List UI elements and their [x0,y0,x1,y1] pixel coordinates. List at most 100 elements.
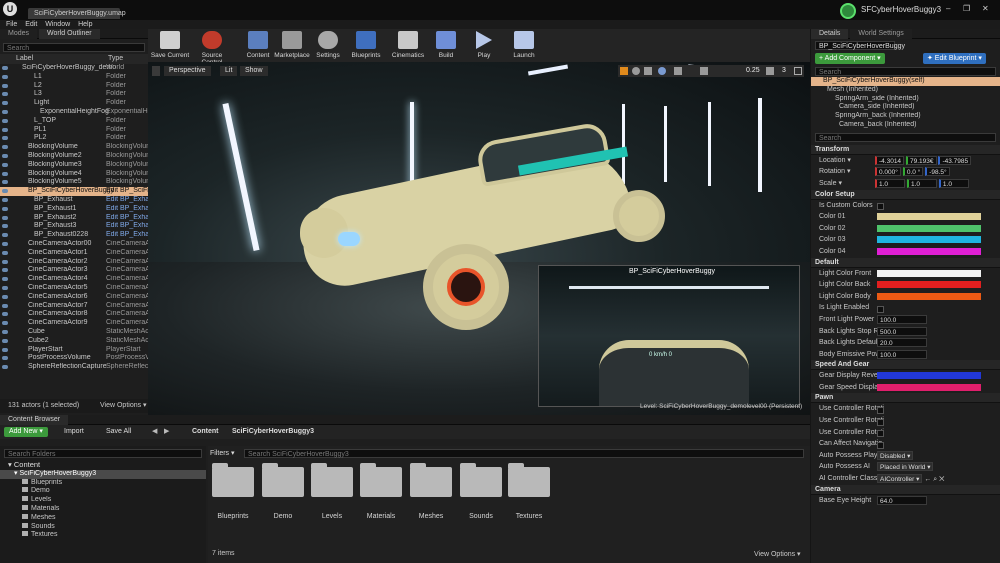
gear-display-reverse-swatch[interactable] [877,372,981,380]
visibility-eye-icon[interactable] [2,233,8,238]
outliner-row[interactable]: Light Folder [0,99,148,108]
visibility-eye-icon[interactable] [2,277,8,282]
outliner-row[interactable]: PL2 Folder [0,134,148,143]
scale-z[interactable]: 1.0 [938,178,969,188]
clear-icon[interactable]: ✕ [939,476,944,483]
outliner-row[interactable]: PostProcessVolume PostProcessV [0,354,148,363]
visibility-eye-icon[interactable] [2,127,8,132]
outliner-row[interactable]: Cube StaticMeshAc [0,328,148,337]
body-emissive-field[interactable]: 100.0 [877,349,927,359]
tab-details[interactable]: Details [811,29,849,39]
visibility-eye-icon[interactable] [2,171,8,176]
lit-button[interactable]: Lit [220,66,238,76]
level-viewport[interactable]: Perspective Lit Show 0.25 3 BP_SciFiCybe… [148,62,810,415]
folder-tile-icon[interactable] [360,463,402,497]
path-content[interactable]: Content [192,427,218,437]
details-search-input[interactable]: Search [815,132,996,142]
filters-button[interactable]: Filters ▾ [210,449,235,458]
use-selected-arrow-icon[interactable]: ← [924,476,931,483]
edit-blueprint-button[interactable]: ✦ Edit Blueprint ▾ [923,53,986,64]
path-project[interactable]: SciFiCyberHoverBuggy3 [232,427,314,437]
use-controller-rotation-2-checkbox[interactable] [877,418,884,426]
outliner-row[interactable]: L1 Folder [0,73,148,82]
outliner-row[interactable]: ExponentialHeightFog ExponentialHe [0,108,148,117]
tree-folder-item[interactable]: Meshes [0,513,206,523]
outliner-search-input[interactable]: Search [3,43,145,52]
menu-file[interactable]: File [6,20,17,29]
add-component-button[interactable]: + Add Component ▾ [815,53,885,64]
tree-selected[interactable]: ▾ SciFiCyberHoverBuggy3 [0,469,206,479]
visibility-eye-icon[interactable] [2,241,8,246]
visibility-eye-icon[interactable] [2,294,8,299]
back-arrow-icon[interactable]: ◀ [152,427,157,437]
menu-help[interactable]: Help [78,20,92,29]
outliner-row[interactable]: CineCameraActor00 CineCameraA [0,240,148,249]
section-pawn[interactable]: Pawn [811,393,1000,404]
document-tab[interactable]: SciFiCyberHoverBuggy.umap [28,8,126,19]
auto-possess-ai-select[interactable]: Placed in World ▾ [877,462,934,472]
location-y[interactable]: 79.193€ [906,155,937,165]
outliner-row[interactable]: CineCameraActor6 CineCameraA [0,293,148,302]
menu-window[interactable]: Window [45,20,70,29]
search-folders-input[interactable]: Search Folders [4,449,202,458]
light-color-back-swatch[interactable] [877,281,981,289]
back-lights-stop-field[interactable]: 500.0 [877,326,927,336]
outliner-row[interactable]: BP_Exhaust0228 Edit BP_Exha [0,231,148,240]
scale-x[interactable]: 1.0 [875,178,905,188]
visibility-eye-icon[interactable] [2,347,8,352]
camera-speed-icon[interactable] [766,67,774,75]
tab-content-browser[interactable]: Content Browser [0,415,69,425]
outliner-row[interactable]: SciFiCyberHoverBuggy_demo World [0,64,148,73]
color-01-swatch[interactable] [877,213,981,221]
light-color-front-swatch[interactable] [877,269,981,277]
column-type[interactable]: Type [108,54,123,64]
location-x[interactable]: -4.3014 [875,155,905,165]
outliner-row[interactable]: PL1 Folder [0,126,148,135]
menu-edit[interactable]: Edit [25,20,37,29]
visibility-eye-icon[interactable] [2,74,8,79]
launch-button[interactable]: Launch [504,31,544,59]
tree-folder-item[interactable]: Demo [0,487,206,496]
folder-tile-icon[interactable] [212,463,254,497]
component-item[interactable]: SpringArm_back (Inherited) [811,112,1000,121]
outliner-row[interactable]: CineCameraActor2 CineCameraA [0,258,148,267]
component-item[interactable]: SpringArm_side (Inherited) [811,95,1000,104]
visibility-eye-icon[interactable] [2,180,8,185]
column-label[interactable]: Label [16,54,33,64]
outliner-row[interactable]: L2 Folder [0,82,148,91]
forward-arrow-icon[interactable]: ▶ [164,427,169,437]
scale-icon[interactable] [644,67,652,75]
outliner-row[interactable]: BP_Exhaust2 Edit BP_Exha [0,214,148,223]
play-button[interactable]: Play [464,31,504,59]
snap-value[interactable]: 0.25 [746,66,760,76]
folder-tile-icon[interactable] [311,463,353,497]
is-custom-colors-checkbox[interactable] [877,203,884,211]
location-z[interactable]: -43.7985 [938,155,972,165]
visibility-eye-icon[interactable] [2,365,8,370]
marketplace-button[interactable]: Marketplace [272,31,312,59]
visibility-eye-icon[interactable] [2,162,8,167]
outliner-row[interactable]: BlockingVolume2 BlockingVolum [0,152,148,161]
folder-tile-icon[interactable] [410,463,452,497]
auto-possess-player-select[interactable]: Disabled ▾ [877,450,914,460]
visibility-eye-icon[interactable] [2,118,8,123]
folder-tile-icon[interactable] [262,463,304,497]
outliner-row[interactable]: CineCameraActor7 CineCameraA [0,302,148,311]
grid-snap-icon[interactable] [674,67,682,75]
gear-speed-display-swatch[interactable] [877,383,981,391]
visibility-eye-icon[interactable] [2,145,8,150]
tree-folder-item[interactable]: Sounds [0,522,206,532]
rotate-icon[interactable] [632,67,640,75]
self-component[interactable]: BP_SciFiCyberHoverBuggy(self) [811,77,1000,86]
outliner-row[interactable]: BP_Exhaust3 Edit BP_Exha [0,222,148,231]
content-view-options[interactable]: View Options ▾ [754,550,801,558]
outliner-row[interactable]: CineCameraActor1 CineCameraA [0,249,148,258]
component-item[interactable]: Camera_side (Inherited) [811,103,1000,112]
perspective-button[interactable]: Perspective [164,66,211,76]
maximize-viewport-icon[interactable] [794,67,802,75]
can-affect-navigation-checkbox[interactable] [877,441,884,449]
object-name-field[interactable]: BP_SciFiCyberHoverBuggy [815,41,905,50]
cinematics-button[interactable]: Cinematics [388,31,428,59]
visibility-eye-icon[interactable] [2,321,8,326]
light-color-body-swatch[interactable] [877,292,981,300]
